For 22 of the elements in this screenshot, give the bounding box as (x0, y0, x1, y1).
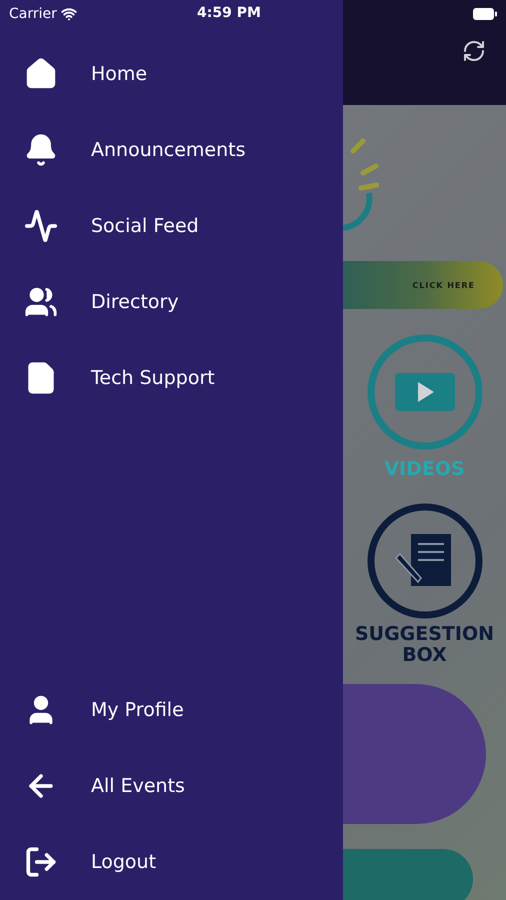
menu-item[interactable]: All Events (0, 748, 343, 824)
menu-item[interactable]: Announcements (0, 112, 343, 188)
click-here-banner[interactable]: CLICK HERE (343, 261, 503, 309)
menu-item[interactable]: My Profile (0, 672, 343, 748)
refresh-button[interactable] (462, 39, 486, 63)
pulse-icon (24, 209, 58, 243)
status-time: 4:59 PM (197, 5, 261, 21)
carrier-label: Carrier (9, 6, 57, 22)
battery-icon (472, 7, 498, 21)
exit-icon (24, 845, 58, 879)
tile-label: VIDEOS (383, 459, 466, 480)
note-pencil-icon[interactable] (366, 502, 484, 620)
wifi-icon (60, 6, 77, 22)
menu-item[interactable]: Tech Support (0, 340, 343, 416)
menu-item[interactable]: Home (0, 36, 343, 112)
house-icon (24, 57, 58, 91)
menu-item[interactable]: Logout (0, 824, 343, 900)
people-icon (24, 285, 58, 319)
menu-item[interactable]: Directory (0, 264, 343, 340)
tile-label: SUGGESTION BOX (354, 624, 496, 666)
menu-item[interactable]: Social Feed (0, 188, 343, 264)
bell-icon (24, 133, 58, 167)
